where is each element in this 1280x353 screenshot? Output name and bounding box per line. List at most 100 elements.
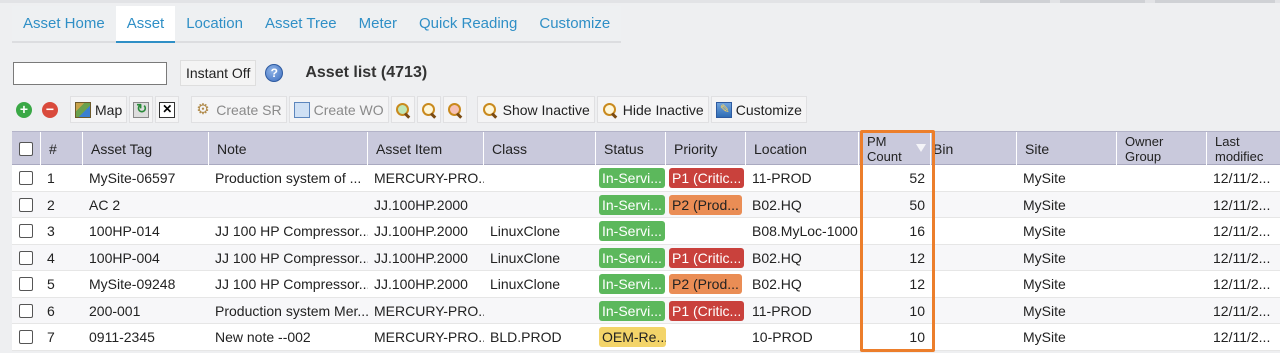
cell-location: B08.MyLoc-1000: [752, 223, 858, 239]
table-row[interactable]: 6 200-001 Production system Mer... MERCURY-…: [12, 297, 1280, 324]
cell-priority: P1 (Critic...: [666, 165, 746, 191]
cell-num: 7: [47, 329, 55, 345]
cell-asset-tag: MySite-06597: [89, 170, 176, 186]
status-badge: OEM-Re...: [599, 327, 666, 347]
tab-location[interactable]: Location: [175, 6, 254, 43]
add-button[interactable]: +: [12, 96, 36, 123]
header-select-all[interactable]: [12, 132, 41, 165]
table-row[interactable]: 4 100HP-004 JJ 100 HP Compressor... JJ.100H…: [12, 244, 1280, 271]
table-row[interactable]: 7 0911-2345 New note --002 MERCURY-PRO... BL…: [12, 324, 1280, 351]
cell-site: MySite: [1023, 249, 1066, 266]
cell-note: JJ 100 HP Compressor...: [215, 223, 368, 239]
cell-asset-item: MERCURY-PRO...: [374, 329, 484, 345]
row-checkbox[interactable]: [19, 171, 33, 185]
cell-location: 11-PROD: [752, 302, 812, 319]
search-red-button[interactable]: [442, 96, 467, 123]
cell-class: [484, 165, 596, 191]
cell-num: 1: [47, 170, 55, 186]
header-priority[interactable]: Priority: [666, 132, 746, 165]
asset-table: # Asset Tag Note Asset Item Class Status…: [12, 131, 1280, 351]
magnifier-green-icon: [395, 102, 411, 118]
sort-desc-icon[interactable]: [916, 144, 926, 152]
hide-inactive-label: Hide Inactive: [622, 101, 704, 118]
header-pm-count[interactable]: PM Count: [859, 132, 931, 165]
create-sr-button[interactable]: ⚙ Create SR: [191, 96, 287, 123]
header-location[interactable]: Location: [746, 132, 859, 165]
cell-owner-group: [1117, 218, 1207, 244]
tab-asset-tree[interactable]: Asset Tree: [253, 6, 348, 43]
row-checkbox[interactable]: [19, 197, 33, 212]
header-status[interactable]: Status: [596, 132, 666, 165]
header-bin[interactable]: Bin: [931, 132, 1017, 165]
cell-location: B02.HQ: [752, 276, 802, 292]
map-button[interactable]: Map: [70, 96, 128, 123]
header-class[interactable]: Class: [484, 132, 596, 165]
cell-pm-count: 10: [909, 302, 925, 319]
row-checkbox[interactable]: [19, 330, 33, 344]
header-site[interactable]: Site: [1017, 132, 1117, 165]
tab-asset[interactable]: Asset: [115, 6, 176, 43]
cell-asset-item: MERCURY-PRO...: [374, 170, 484, 186]
status-badge: In-Servi...: [599, 168, 665, 188]
search-input[interactable]: [13, 61, 167, 85]
help-icon[interactable]: ?: [265, 64, 284, 82]
tab-customize[interactable]: Customize: [528, 6, 622, 43]
header-asset-tag[interactable]: Asset Tag: [83, 132, 209, 165]
cell-bin: [931, 271, 1017, 297]
cell-owner-group: [1117, 165, 1207, 191]
toolbar: + − Map ✕ ⚙ Create SR Create WO Show Ina…: [12, 96, 809, 123]
cell-pm-count: 52: [909, 170, 925, 186]
cell-asset-item: JJ.100HP.2000: [374, 223, 468, 239]
cell-priority: [666, 218, 746, 244]
table-row[interactable]: 1 MySite-06597 Production system of ... MER…: [12, 165, 1280, 192]
tab-quick-reading[interactable]: Quick Reading: [407, 6, 529, 43]
cell-asset-tag: 100HP-014: [89, 223, 160, 239]
header-num[interactable]: #: [41, 132, 83, 165]
cell-status: In-Servi...: [596, 245, 666, 271]
show-inactive-button[interactable]: Show Inactive: [476, 96, 595, 123]
row-checkbox[interactable]: [19, 224, 33, 238]
cell-bin: [931, 298, 1017, 324]
row-checkbox[interactable]: [19, 250, 33, 265]
cell-status: In-Servi...: [596, 271, 666, 297]
header-last-modified[interactable]: Last modifiec: [1207, 132, 1280, 165]
cell-site: MySite: [1023, 276, 1066, 292]
cell-site: MySite: [1023, 170, 1066, 186]
cell-select: [12, 324, 41, 350]
cell-class: LinuxClone: [490, 276, 561, 292]
header-modified-line1: Last: [1215, 133, 1240, 149]
status-badge: In-Servi...: [599, 300, 665, 321]
create-sr-label: Create SR: [216, 101, 282, 118]
row-checkbox[interactable]: [19, 303, 33, 318]
create-wo-button[interactable]: Create WO: [288, 96, 389, 123]
header-owner-group[interactable]: Owner Group: [1117, 132, 1207, 165]
select-all-checkbox[interactable]: [19, 141, 33, 156]
document-icon: [293, 101, 310, 118]
table-row[interactable]: 3 100HP-014 JJ 100 HP Compressor... JJ.100H…: [12, 218, 1280, 245]
table-row[interactable]: 2 AC 2 JJ.100HP.2000 In-Servi... P2 (Prod...…: [12, 191, 1280, 218]
tab-meter[interactable]: Meter: [347, 6, 408, 43]
cell-site: MySite: [1023, 223, 1066, 239]
customize-button[interactable]: Customize: [710, 96, 807, 123]
priority-badge: P1 (Critic...: [669, 168, 745, 188]
tab-asset-home[interactable]: Asset Home: [12, 6, 116, 43]
cell-num: 4: [47, 249, 55, 266]
cell-asset-item: MERCURY-PRO...: [374, 302, 484, 319]
search-button[interactable]: [416, 96, 441, 123]
search-green-button[interactable]: [390, 96, 415, 123]
cell-last-modified: 12/11/2...: [1213, 223, 1271, 239]
refresh-button[interactable]: [129, 96, 154, 123]
header-modified-line2: modifiec: [1215, 148, 1264, 164]
remove-button[interactable]: −: [38, 96, 62, 123]
cell-num: 2: [47, 196, 55, 213]
instant-toggle-button[interactable]: Instant Off: [180, 60, 257, 86]
table-row[interactable]: 5 MySite-09248 JJ 100 HP Compressor... JJ.1…: [12, 271, 1280, 298]
cell-select: [12, 245, 41, 271]
close-button[interactable]: ✕: [155, 96, 180, 123]
hide-inactive-button[interactable]: Hide Inactive: [596, 96, 709, 123]
row-checkbox[interactable]: [19, 277, 33, 291]
header-asset-item[interactable]: Asset Item: [368, 132, 484, 165]
cell-note: [209, 192, 368, 218]
cell-last-modified: 12/11/2...: [1213, 196, 1271, 213]
header-note[interactable]: Note: [209, 132, 368, 165]
